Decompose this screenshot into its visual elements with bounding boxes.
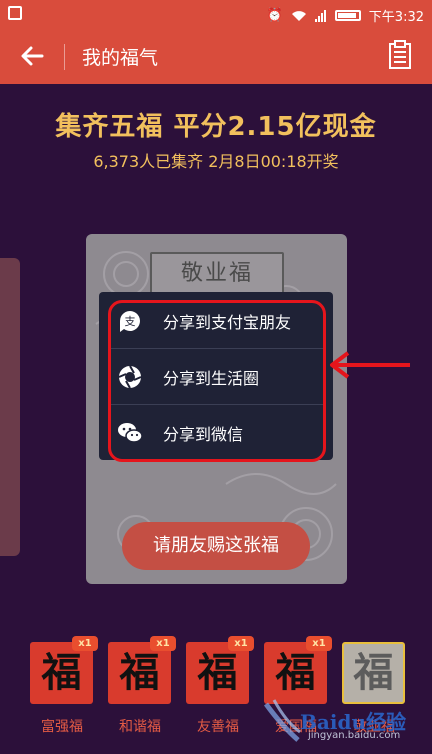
fu-card-hexie[interactable]: 福	[108, 642, 171, 704]
promo-subline: 6,373人已集齐 2月8日00:18开奖	[93, 152, 339, 171]
watermark-url: jingyan.baidu.com	[308, 730, 401, 741]
header-divider	[64, 44, 65, 70]
baidu-watermark: Baidu经验 jingyan.baidu.com	[262, 696, 412, 748]
fu-card-youshan[interactable]: 福	[186, 642, 249, 704]
count-badge: x1	[150, 636, 176, 651]
fu-card-jingye[interactable]: 福	[342, 642, 405, 704]
fu-card-aiguo[interactable]: 福	[264, 642, 327, 704]
promo-headline: 集齐五福 平分2.15亿现金	[55, 112, 377, 142]
fu-card-fuqiang[interactable]: 福	[30, 642, 93, 704]
app-header: 我的福气	[0, 28, 432, 84]
battery-icon	[334, 10, 361, 21]
annotation-highlight-box	[108, 300, 326, 462]
count-badge: x1	[72, 636, 98, 651]
back-arrow-icon[interactable]	[18, 42, 46, 70]
wifi-icon	[291, 10, 306, 21]
alarm-icon: ⏰	[266, 8, 283, 23]
screenshot-icon	[8, 6, 22, 20]
status-bar: ⏰ 下午3:32	[0, 0, 432, 28]
signal-icon	[314, 9, 327, 22]
count-badge: x1	[306, 636, 332, 651]
status-time: 下午3:32	[368, 10, 424, 25]
annotation-arrow-icon	[330, 351, 410, 379]
fu-label: 友善福	[197, 719, 239, 735]
fu-label: 富强福	[41, 719, 83, 735]
count-badge: x1	[228, 636, 254, 651]
card-name-banner: 敬业福	[150, 252, 284, 296]
page-title: 我的福气	[82, 47, 159, 69]
clipboard-icon[interactable]	[388, 40, 412, 70]
previous-card-peek[interactable]	[0, 258, 20, 556]
ask-friend-button[interactable]: 请朋友赐这张福	[122, 522, 310, 570]
fu-label: 和谐福	[119, 719, 161, 735]
baidu-paw-icon	[263, 699, 301, 742]
